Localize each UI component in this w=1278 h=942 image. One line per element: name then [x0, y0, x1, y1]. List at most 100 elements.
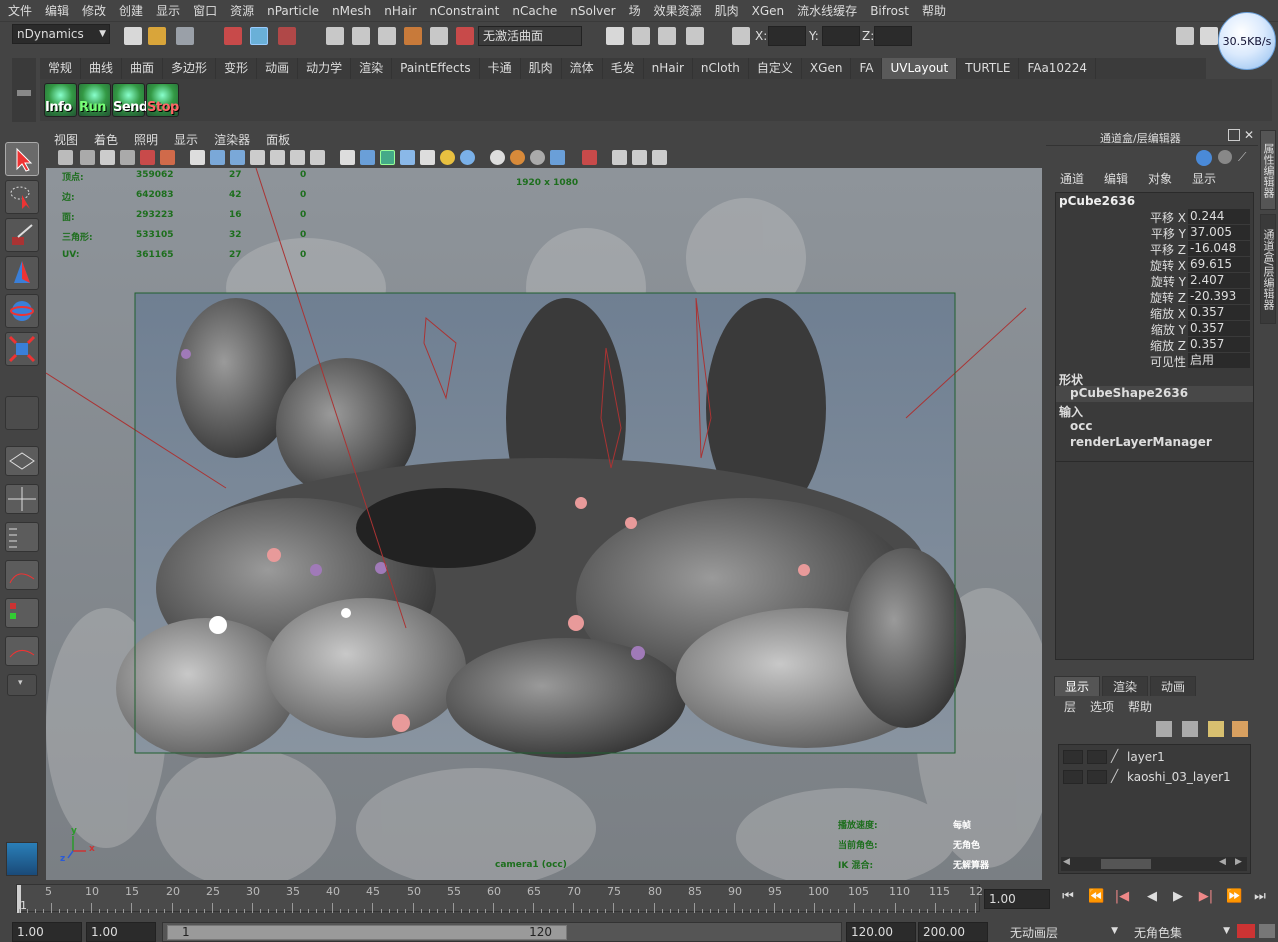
play-forward-icon[interactable]: ▶ — [1170, 889, 1186, 905]
snap-view-icon[interactable] — [404, 27, 422, 45]
safe-action-icon[interactable] — [290, 150, 305, 165]
shelf-stop-button[interactable]: Stop — [146, 83, 179, 117]
new-layer-icon[interactable] — [1208, 721, 1224, 737]
grease-pencil-icon[interactable] — [140, 150, 155, 165]
layer-display-type-toggle[interactable] — [1087, 770, 1107, 784]
layout-more-button[interactable]: ▾ — [7, 674, 37, 696]
tab-anim-layers[interactable]: 动画 — [1150, 676, 1197, 696]
attribute-row[interactable]: 缩放 Z 0.357 — [1056, 337, 1252, 353]
axis-orient-icon[interactable] — [1196, 150, 1212, 166]
xray-components-icon[interactable] — [652, 150, 667, 165]
attribute-row[interactable]: 平移 X 0.244 — [1056, 209, 1252, 225]
menu-nsolver[interactable]: nSolver — [570, 4, 615, 18]
menu-nconstraint[interactable]: nConstraint — [430, 4, 500, 18]
layer-row-kaoshi-03-layer1[interactable]: ╱ kaoshi_03_layer1 — [1061, 768, 1249, 786]
shelf-tab-fa[interactable]: FA — [851, 58, 883, 79]
shelf-tab-faa10224[interactable]: FAa10224 — [1019, 58, 1096, 79]
shelf-tab--[interactable]: 渲染 — [351, 58, 393, 79]
clapper-icon[interactable] — [632, 27, 650, 45]
render-settings-icon[interactable] — [686, 27, 704, 45]
shelf-tab--[interactable]: 曲面 — [122, 58, 164, 79]
select-hierarchy-icon[interactable] — [224, 27, 242, 45]
vp-menu-renderer[interactable]: 渲染器 — [214, 131, 250, 148]
attribute-value[interactable]: 0.357 — [1188, 321, 1250, 336]
menu-pipeline-cache[interactable]: 流水线缓存 — [797, 2, 857, 19]
menu-help[interactable]: 帮助 — [922, 2, 946, 19]
range-slider-handle[interactable]: 1 120 — [167, 925, 567, 940]
motion-blur-icon[interactable] — [510, 150, 525, 165]
auto-key-icon[interactable] — [1236, 923, 1256, 939]
last-tool-slot[interactable] — [5, 396, 39, 430]
float-icon[interactable] — [1228, 129, 1240, 141]
sidebar-toggle-icon[interactable] — [1176, 27, 1194, 45]
shelf-tab-ncloth[interactable]: nCloth — [693, 58, 749, 79]
attribute-row[interactable]: 缩放 X 0.357 — [1056, 305, 1252, 321]
outliner-pane-layout-icon[interactable] — [5, 522, 39, 552]
render-frame-icon[interactable] — [606, 27, 624, 45]
z-field[interactable] — [874, 26, 912, 46]
vp-menu-lighting[interactable]: 照明 — [134, 131, 158, 148]
move-layer-down-icon[interactable] — [1182, 721, 1198, 737]
shelf-tab--[interactable]: 流体 — [562, 58, 603, 79]
shelf-tab--[interactable]: 毛发 — [603, 58, 644, 79]
shelf-tab-nhair[interactable]: nHair — [644, 58, 693, 79]
range-slider[interactable]: 1 120 — [162, 922, 842, 942]
vp-menu-shading[interactable]: 着色 — [94, 131, 118, 148]
render-view-layout-icon[interactable] — [5, 636, 39, 666]
menu-display[interactable]: 显示 — [156, 2, 180, 19]
menu-assets[interactable]: 资源 — [230, 2, 254, 19]
wireframe-icon[interactable] — [340, 150, 355, 165]
step-back-frame-icon[interactable]: |◀ — [1114, 889, 1130, 905]
menu-xgen[interactable]: XGen — [752, 4, 785, 18]
ipr-render-icon[interactable] — [658, 27, 676, 45]
hypershade-layout-icon[interactable] — [5, 598, 39, 628]
step-forward-frame-icon[interactable]: ▶| — [1198, 889, 1214, 905]
channel-box-toggle-icon[interactable] — [1200, 27, 1218, 45]
attribute-value[interactable]: 0.357 — [1188, 305, 1250, 320]
cb-menu-edit[interactable]: 编辑 — [1104, 170, 1128, 190]
snap-point-icon[interactable] — [378, 27, 396, 45]
scroll-thumb[interactable] — [1101, 859, 1151, 869]
start-time-field[interactable]: 1.00 — [12, 922, 82, 942]
move-layer-up-icon[interactable] — [1156, 721, 1172, 737]
menu-bifrost[interactable]: Bifrost — [870, 4, 909, 18]
xray-icon[interactable] — [612, 150, 627, 165]
go-to-end-icon[interactable]: ⏭ — [1252, 889, 1268, 905]
shelf-tab--[interactable]: 肌肉 — [521, 58, 562, 79]
four-pane-layout-icon[interactable] — [5, 484, 39, 514]
attribute-value[interactable]: 0.244 — [1188, 209, 1250, 224]
cb-menu-show[interactable]: 显示 — [1192, 170, 1216, 190]
use-all-lights-icon[interactable] — [440, 150, 455, 165]
attribute-value[interactable]: 2.407 — [1188, 273, 1250, 288]
shape-row[interactable]: pCubeShape2636 — [1056, 386, 1253, 402]
shelf-tab--[interactable]: 曲线 — [81, 58, 123, 79]
shelf-handle[interactable] — [12, 58, 36, 122]
shelf-tab--[interactable]: 动力学 — [298, 58, 352, 79]
wireframe-on-shaded-icon[interactable] — [380, 150, 395, 165]
shelf-tab--[interactable]: 常规 — [40, 58, 82, 79]
playback-end-field[interactable]: 120.00 — [846, 922, 916, 942]
attribute-row[interactable]: 旋转 X 69.615 — [1056, 257, 1252, 273]
close-icon[interactable]: ✕ — [1244, 128, 1254, 142]
y-field[interactable] — [822, 26, 860, 46]
attribute-row[interactable]: 平移 Z -16.048 — [1056, 241, 1252, 257]
lasso-tool-icon[interactable] — [5, 180, 39, 214]
go-to-start-icon[interactable]: ⏮ — [1060, 889, 1076, 905]
single-pane-layout-icon[interactable] — [5, 446, 39, 476]
attribute-row[interactable]: 可见性 启用 — [1056, 353, 1252, 369]
shelf-run-button[interactable]: Run — [78, 83, 111, 117]
attribute-value[interactable]: -16.048 — [1188, 241, 1250, 256]
viewport-3d[interactable]: y x z 顶点: 359062 27 0 边: 642083 42 0 面: 293223 16 0… — [46, 168, 1042, 880]
paint-select-icon[interactable] — [5, 218, 39, 252]
2d-pan-zoom-icon[interactable] — [160, 150, 175, 165]
shelf-tab--[interactable]: 动画 — [257, 58, 299, 79]
menu-modify[interactable]: 修改 — [82, 2, 106, 19]
screen-space-ao-icon[interactable] — [490, 150, 505, 165]
shelf-tab-xgen[interactable]: XGen — [802, 58, 852, 79]
attribute-editor-side-tab[interactable]: 属性编辑器 — [1260, 130, 1276, 210]
attribute-value[interactable]: -20.393 — [1188, 289, 1250, 304]
object-name[interactable]: pCube2636 — [1059, 194, 1135, 208]
menuset-dropdown[interactable]: nDynamics ▼ — [12, 24, 110, 44]
anim-preferences-icon[interactable] — [1258, 923, 1276, 939]
new-layer-selected-icon[interactable] — [1232, 721, 1248, 737]
